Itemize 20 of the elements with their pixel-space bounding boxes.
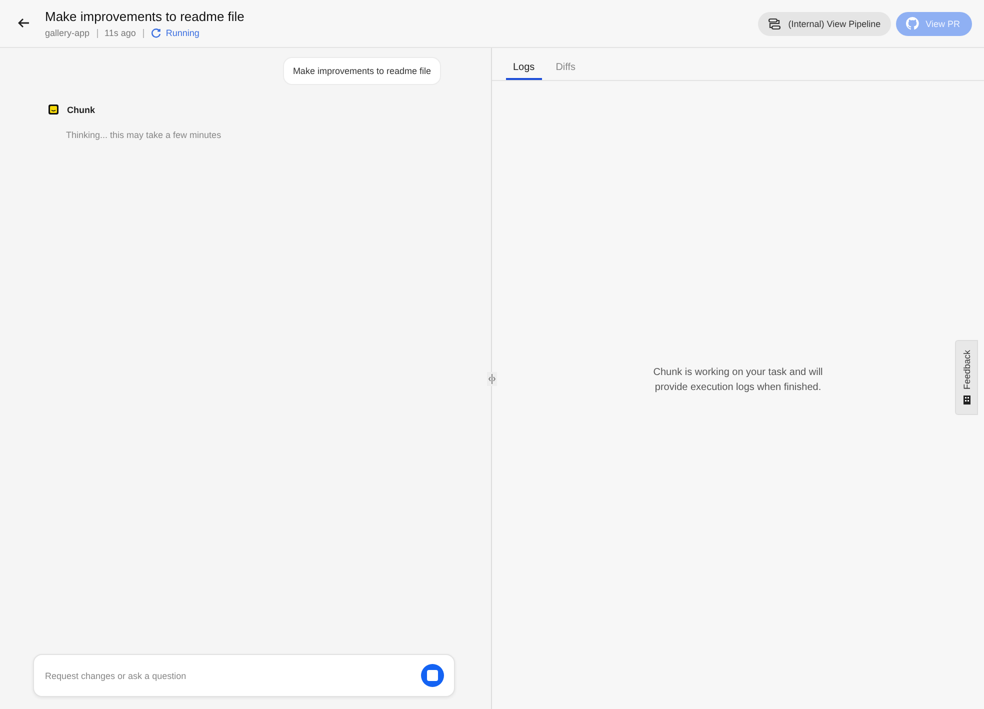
agent-name: Chunk <box>67 104 95 114</box>
feedback-tab[interactable]: Feedback <box>955 340 978 415</box>
view-pipeline-button[interactable]: (Internal) View Pipeline <box>758 12 891 36</box>
tab[interactable]: Logs <box>506 62 542 80</box>
user-message: Make improvements to readme file <box>282 57 441 85</box>
page-title: Make improvements to readme file <box>45 9 244 24</box>
logs-message: Chunk is working on your task and will provide execution logs when finished. <box>652 366 824 395</box>
pipeline-icon <box>768 18 782 30</box>
back-arrow-icon[interactable] <box>18 18 30 28</box>
building-icon <box>962 394 970 405</box>
message-input[interactable]: Request changes or ask a question <box>43 670 421 682</box>
spinner-icon <box>150 28 161 38</box>
github-icon <box>906 17 919 30</box>
resize-handle-icon[interactable] <box>486 372 496 386</box>
stop-button[interactable] <box>421 664 444 687</box>
elapsed-time: 11s ago <box>104 28 136 38</box>
status-text: Running <box>166 28 200 38</box>
agent-status: Thinking... this may take a few minutes <box>66 130 222 140</box>
repo-name: gallery-app <box>45 28 90 38</box>
robot-avatar-icon <box>48 104 59 115</box>
